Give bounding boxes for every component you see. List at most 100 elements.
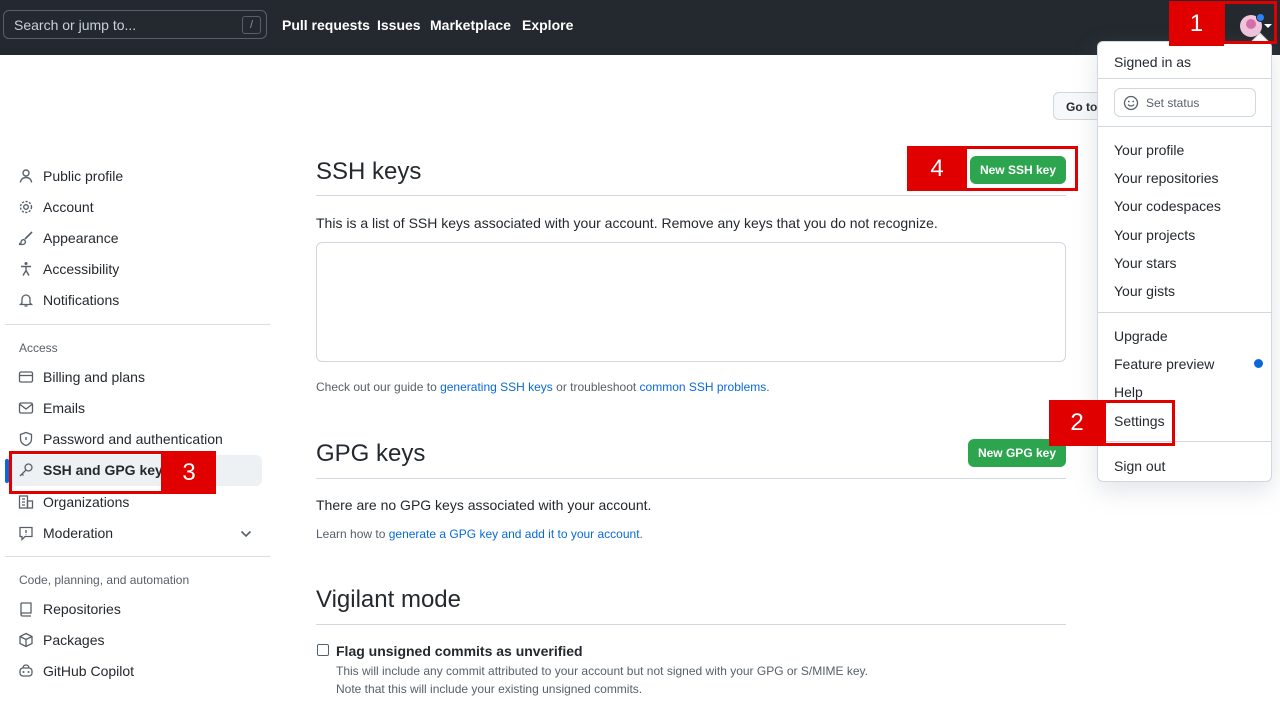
gear-icon bbox=[19, 200, 33, 214]
ssh-keys-list bbox=[316, 242, 1066, 362]
copilot-icon bbox=[19, 664, 33, 677]
sidebar-item-label: Emails bbox=[43, 400, 86, 416]
search-placeholder: Search or jump to... bbox=[14, 17, 137, 33]
flag-unsigned-label[interactable]: Flag unsigned commits as unverified bbox=[336, 643, 583, 659]
annotation-number-1: 1 bbox=[1169, 1, 1224, 46]
accessibility-icon bbox=[21, 262, 31, 276]
menu-upgrade[interactable]: Upgrade bbox=[1114, 328, 1168, 344]
sidebar-item-label: Billing and plans bbox=[43, 369, 145, 385]
sidebar-item-label: Notifications bbox=[43, 292, 120, 308]
sidebar-item-label: Accessibility bbox=[43, 261, 120, 277]
annotation-number-4: 4 bbox=[907, 146, 967, 191]
top-header: Search or jump to... / Pull requests Iss… bbox=[0, 0, 1280, 55]
menu-your-codespaces[interactable]: Your codespaces bbox=[1114, 198, 1221, 214]
sidebar-divider bbox=[5, 556, 270, 557]
sidebar-item-moderation[interactable]: Moderation bbox=[18, 520, 113, 546]
chevron-down-icon[interactable] bbox=[240, 529, 252, 539]
nav-marketplace[interactable]: Marketplace bbox=[430, 17, 511, 33]
sidebar-item-label: Public profile bbox=[43, 168, 124, 184]
vigilant-desc-1: This will include any commit attributed … bbox=[336, 664, 869, 678]
bell-icon bbox=[18, 294, 34, 307]
repo-icon bbox=[20, 602, 32, 617]
smiley-icon bbox=[1123, 95, 1139, 111]
signed-in-as-text: Signed in as bbox=[1114, 54, 1192, 70]
sidebar-item-label: Appearance bbox=[43, 230, 119, 246]
sidebar-item-account[interactable]: Account bbox=[18, 194, 94, 220]
menu-feature-preview[interactable]: Feature preview bbox=[1114, 356, 1214, 372]
annotation-box-4 bbox=[963, 146, 1078, 191]
sidebar-item-appearance[interactable]: Appearance bbox=[18, 225, 119, 251]
nav-issues[interactable]: Issues bbox=[377, 17, 421, 33]
mail-icon bbox=[18, 402, 34, 414]
feature-preview-dot-icon bbox=[1254, 359, 1263, 368]
annotation-number-3: 3 bbox=[162, 451, 216, 494]
dropdown-divider bbox=[1098, 78, 1271, 79]
sidebar-item-copilot[interactable]: GitHub Copilot bbox=[18, 658, 134, 684]
sidebar-item-billing[interactable]: Billing and plans bbox=[18, 364, 145, 390]
sidebar-section-code: Code, planning, and automation bbox=[19, 573, 190, 587]
vigilant-divider bbox=[316, 624, 1066, 625]
gpg-help-part: Learn how to bbox=[316, 527, 389, 541]
menu-your-repositories[interactable]: Your repositories bbox=[1114, 170, 1219, 186]
ssh-description: This is a list of SSH keys associated wi… bbox=[316, 215, 938, 231]
set-status-label: Set status bbox=[1146, 96, 1200, 110]
menu-sign-out[interactable]: Sign out bbox=[1114, 458, 1165, 474]
person-icon bbox=[19, 169, 33, 183]
gpg-help-part: . bbox=[639, 527, 643, 541]
sidebar-section-access: Access bbox=[19, 341, 58, 355]
ssh-help-part: Check out our guide to bbox=[316, 380, 441, 394]
sidebar-item-label: Moderation bbox=[43, 525, 114, 541]
shield-icon bbox=[19, 431, 33, 447]
ssh-divider bbox=[316, 195, 1066, 196]
vigilant-mode-title: Vigilant mode bbox=[316, 586, 461, 613]
sidebar-item-label: GitHub Copilot bbox=[43, 663, 135, 679]
common-ssh-problems-link[interactable]: common SSH problems bbox=[640, 380, 767, 394]
sidebar-item-label: Packages bbox=[43, 632, 105, 648]
menu-help[interactable]: Help bbox=[1114, 384, 1143, 400]
package-icon bbox=[19, 632, 33, 648]
nav-explore[interactable]: Explore bbox=[522, 17, 573, 33]
annotation-number-2: 2 bbox=[1049, 400, 1105, 446]
ssh-keys-title: SSH keys bbox=[316, 158, 422, 185]
gpg-help-text: Learn how to generate a GPG key and add … bbox=[316, 527, 643, 541]
sidebar-item-label: Account bbox=[43, 199, 94, 215]
sidebar-item-label: Repositories bbox=[43, 601, 121, 617]
sidebar-item-public-profile[interactable]: Public profile bbox=[18, 163, 123, 189]
annotation-box-1 bbox=[1222, 1, 1277, 44]
nav-pull-requests[interactable]: Pull requests bbox=[282, 17, 370, 33]
gpg-keys-title: GPG keys bbox=[316, 440, 426, 467]
set-status-button[interactable]: Set status bbox=[1114, 88, 1256, 117]
dropdown-divider bbox=[1098, 126, 1271, 127]
report-icon bbox=[19, 526, 33, 541]
menu-your-projects[interactable]: Your projects bbox=[1114, 227, 1195, 243]
ssh-help-part: or troubleshoot bbox=[552, 380, 640, 394]
sidebar-item-notifications[interactable]: Notifications bbox=[18, 287, 119, 313]
sidebar-item-emails[interactable]: Emails bbox=[18, 395, 85, 421]
generate-gpg-key-link[interactable]: generate a GPG key and add it to your ac… bbox=[389, 527, 640, 541]
gpg-description: There are no GPG keys associated with yo… bbox=[316, 497, 652, 513]
sidebar-item-label: Password and authentication bbox=[43, 431, 223, 447]
menu-your-gists[interactable]: Your gists bbox=[1114, 283, 1175, 299]
gpg-divider bbox=[316, 478, 1066, 479]
ssh-help-part: . bbox=[766, 380, 770, 394]
flag-unsigned-checkbox[interactable] bbox=[317, 644, 329, 656]
organization-icon bbox=[18, 495, 34, 509]
menu-your-stars[interactable]: Your stars bbox=[1114, 255, 1177, 271]
sidebar-item-accessibility[interactable]: Accessibility bbox=[18, 256, 119, 282]
annotation-box-3 bbox=[9, 451, 164, 494]
vigilant-desc-2: Note that this will include your existin… bbox=[336, 682, 643, 696]
search-shortcut-badge: / bbox=[242, 16, 261, 34]
ssh-help-text: Check out our guide to generating SSH ke… bbox=[316, 380, 770, 394]
credit-card-icon bbox=[18, 371, 34, 383]
dropdown-divider bbox=[1098, 312, 1271, 313]
sidebar-item-password[interactable]: Password and authentication bbox=[18, 426, 223, 452]
paintbrush-icon bbox=[18, 231, 33, 246]
search-input[interactable]: Search or jump to... / bbox=[3, 10, 267, 39]
annotation-box-2 bbox=[1103, 400, 1175, 446]
sidebar-item-packages[interactable]: Packages bbox=[18, 627, 104, 653]
sidebar-item-label: Organizations bbox=[43, 494, 130, 510]
sidebar-item-repositories[interactable]: Repositories bbox=[18, 596, 121, 622]
sidebar-divider bbox=[5, 324, 270, 325]
generating-ssh-keys-link[interactable]: generating SSH keys bbox=[440, 380, 553, 394]
menu-your-profile[interactable]: Your profile bbox=[1114, 142, 1184, 158]
